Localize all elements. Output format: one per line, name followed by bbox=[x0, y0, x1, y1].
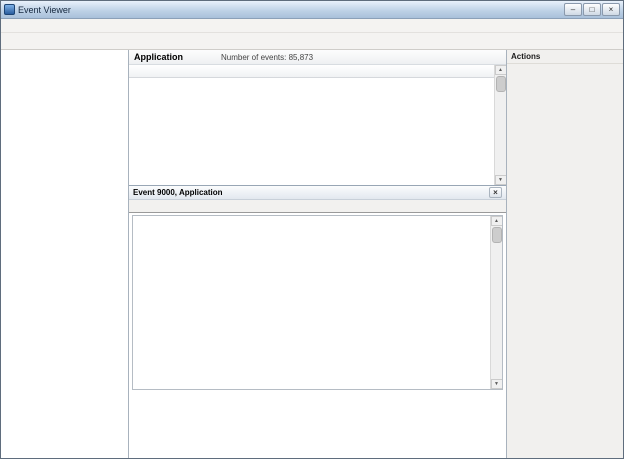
event-list-header bbox=[129, 65, 494, 78]
console-tree bbox=[1, 50, 129, 458]
event-list: ▲ ▼ bbox=[129, 65, 506, 186]
scrollbar-thumb[interactable] bbox=[495, 76, 506, 92]
main-body: Application Number of events: 85,873 ▲ ▼… bbox=[1, 50, 623, 458]
minimize-button[interactable]: – bbox=[564, 3, 582, 16]
window-title: Event Viewer bbox=[18, 4, 71, 15]
maximize-button[interactable]: □ bbox=[583, 3, 601, 16]
preview-title: Event 9000, Application bbox=[133, 188, 223, 197]
close-preview-icon[interactable]: × bbox=[489, 187, 502, 198]
scroll-down-icon[interactable]: ▼ bbox=[490, 379, 502, 389]
app-icon bbox=[4, 4, 15, 15]
description-scrollbar[interactable]: ▲ ▼ bbox=[490, 216, 502, 389]
preview-header: Event 9000, Application × bbox=[129, 186, 506, 200]
event-list-scrollbar[interactable]: ▲ ▼ bbox=[494, 65, 506, 185]
close-button[interactable]: × bbox=[602, 3, 620, 16]
event-description[interactable]: ▲ ▼ bbox=[132, 215, 503, 390]
log-header-bar: Application Number of events: 85,873 bbox=[129, 50, 506, 65]
scroll-up-icon[interactable]: ▲ bbox=[490, 216, 502, 226]
actions-title: Actions bbox=[507, 50, 623, 64]
event-properties-summary bbox=[129, 392, 506, 458]
toolbar bbox=[1, 33, 623, 50]
preview-pane: Event 9000, Application × ▲ ▼ bbox=[129, 186, 506, 458]
scroll-down-icon[interactable]: ▼ bbox=[494, 175, 506, 185]
event-viewer-window: Event Viewer – □ × Application Number of… bbox=[0, 0, 624, 459]
menubar bbox=[1, 19, 623, 33]
center-pane: Application Number of events: 85,873 ▲ ▼… bbox=[129, 50, 507, 458]
titlebar[interactable]: Event Viewer – □ × bbox=[1, 1, 623, 19]
scrollbar-thumb[interactable] bbox=[491, 227, 502, 243]
scroll-up-icon[interactable]: ▲ bbox=[494, 65, 506, 75]
actions-pane: Actions bbox=[507, 50, 623, 458]
event-count: Number of events: 85,873 bbox=[221, 52, 314, 62]
preview-tabs bbox=[129, 200, 506, 213]
window-controls: – □ × bbox=[564, 3, 620, 16]
log-name: Application bbox=[134, 52, 183, 62]
